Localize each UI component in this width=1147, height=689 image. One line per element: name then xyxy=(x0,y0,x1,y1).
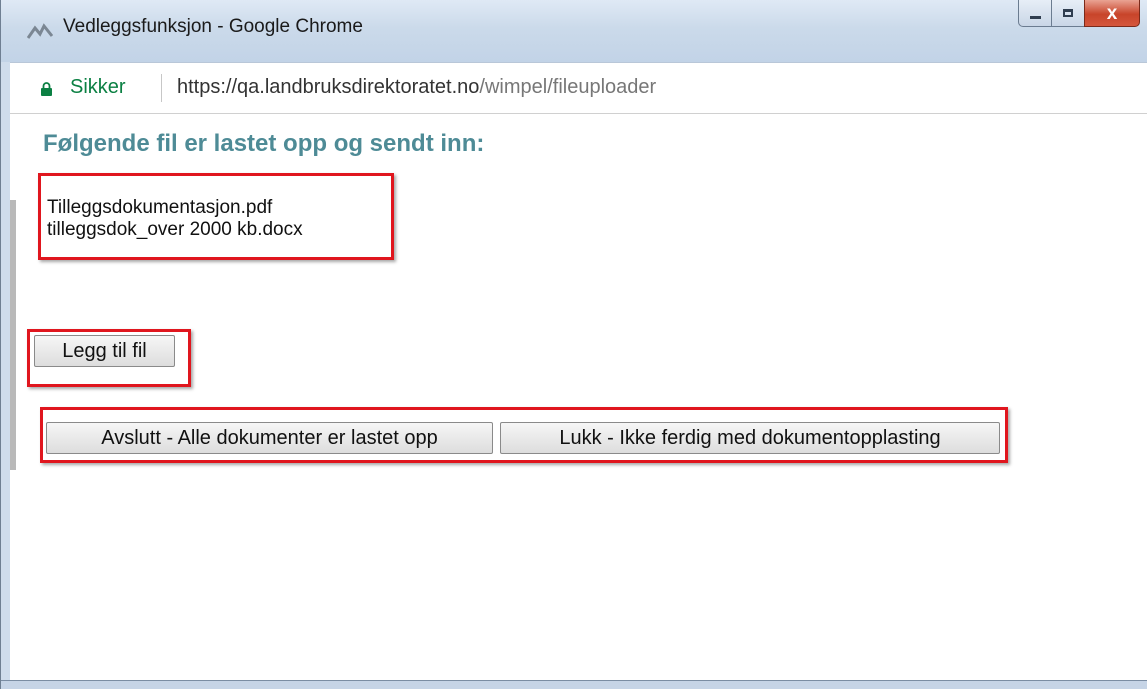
address-separator xyxy=(161,74,162,102)
maximize-icon xyxy=(1063,9,1073,17)
browser-window: Vedleggsfunksjon - Google Chrome x Sikke… xyxy=(0,0,1147,689)
window-controls: x xyxy=(1018,0,1140,28)
close-icon: x xyxy=(1106,2,1118,24)
page-heading: Følgende fil er lastet opp og sendt inn: xyxy=(43,130,485,157)
minimize-button[interactable] xyxy=(1018,0,1051,27)
close-button[interactable]: x xyxy=(1084,0,1140,27)
url-host: https://qa.landbruksdirektoratet.no xyxy=(177,76,480,98)
page-content: Følgende fil er lastet opp og sendt inn:… xyxy=(10,114,1147,680)
add-file-button[interactable]: Legg til fil xyxy=(34,335,175,367)
close-not-finished-button[interactable]: Lukk - Ikke ferdig med dokumentopplastin… xyxy=(500,422,1000,454)
url-path: /wimpel/fileuploader xyxy=(479,76,657,98)
url-text[interactable]: https://qa.landbruksdirektoratet.no/wimp… xyxy=(177,76,656,99)
window-bottom-border[interactable] xyxy=(1,680,1147,689)
window-title: Vedleggsfunksjon - Google Chrome xyxy=(63,16,363,37)
uploaded-files-list: Tilleggsdokumentasjon.pdf tilleggsdok_ov… xyxy=(47,197,303,241)
title-bar[interactable]: Vedleggsfunksjon - Google Chrome x xyxy=(1,0,1147,62)
secure-label[interactable]: Sikker xyxy=(70,76,126,99)
file-item: tilleggsdok_over 2000 kb.docx xyxy=(47,219,303,240)
minimize-icon xyxy=(1029,15,1041,19)
file-item: Tilleggsdokumentasjon.pdf xyxy=(47,197,273,218)
address-bar[interactable]: Sikker https://qa.landbruksdirektoratet.… xyxy=(10,62,1147,114)
maximize-button[interactable] xyxy=(1051,0,1084,27)
app-icon xyxy=(27,23,53,39)
lock-icon xyxy=(41,82,52,96)
finish-button[interactable]: Avslutt - Alle dokumenter er lastet opp xyxy=(46,422,493,454)
window-left-edge xyxy=(10,200,16,470)
